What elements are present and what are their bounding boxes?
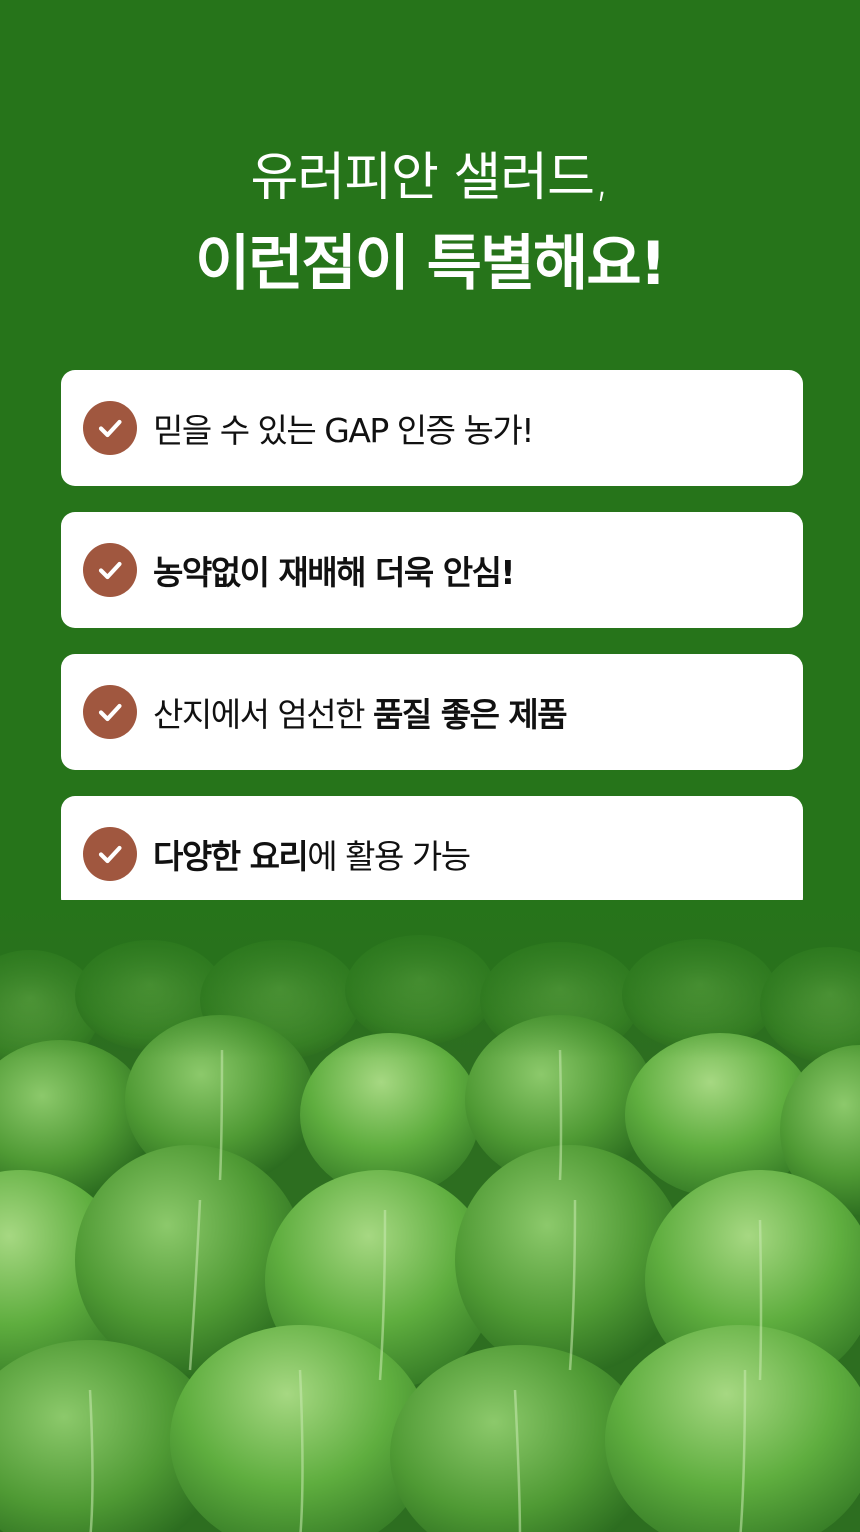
feature-text-part: 에 활용 가능 bbox=[307, 837, 471, 876]
check-circle-icon bbox=[83, 827, 137, 881]
feature-text-part: 다양한 요리 bbox=[153, 837, 309, 876]
check-circle-icon bbox=[83, 685, 137, 739]
feature-text: 믿을 수 있는 GAP 인증 농가! bbox=[153, 404, 534, 452]
feature-text-part: 믿을 수 있는 GAP 인증 농가! bbox=[153, 411, 534, 450]
feature-text: 농약없이 재배해 더욱 안심! bbox=[153, 546, 515, 594]
headline: 유러피안 샐러드, 이런점이 특별해요! bbox=[0, 138, 860, 304]
feature-text-part: 농약없이 재배해 더욱 안심! bbox=[153, 553, 515, 592]
check-circle-icon bbox=[83, 543, 137, 597]
lettuce-field-photo bbox=[0, 900, 860, 1532]
headline-line2: 이런점이 특별해요! bbox=[195, 229, 667, 299]
feature-card-quality: 산지에서 엄선한 품질 좋은 제품 bbox=[61, 654, 803, 770]
promo-page: 유러피안 샐러드, 이런점이 특별해요! 믿을 수 있는 GAP 인증 농가! … bbox=[0, 0, 860, 1532]
feature-card-gap: 믿을 수 있는 GAP 인증 농가! bbox=[61, 370, 803, 486]
feature-list: 믿을 수 있는 GAP 인증 농가! 농약없이 재배해 더욱 안심! 산지에서 … bbox=[61, 370, 803, 938]
feature-text: 산지에서 엄선한 품질 좋은 제품 bbox=[153, 688, 568, 736]
feature-text-part: 품질 좋은 제품 bbox=[373, 695, 568, 734]
feature-card-no-pesticide: 농약없이 재배해 더욱 안심! bbox=[61, 512, 803, 628]
feature-text: 다양한 요리에 활용 가능 bbox=[153, 830, 471, 878]
headline-line1: 유러피안 샐러드, bbox=[250, 148, 611, 208]
feature-text-part: 산지에서 엄선한 bbox=[153, 695, 373, 734]
feature-card-cooking: 다양한 요리에 활용 가능 bbox=[61, 796, 803, 912]
check-circle-icon bbox=[83, 401, 137, 455]
